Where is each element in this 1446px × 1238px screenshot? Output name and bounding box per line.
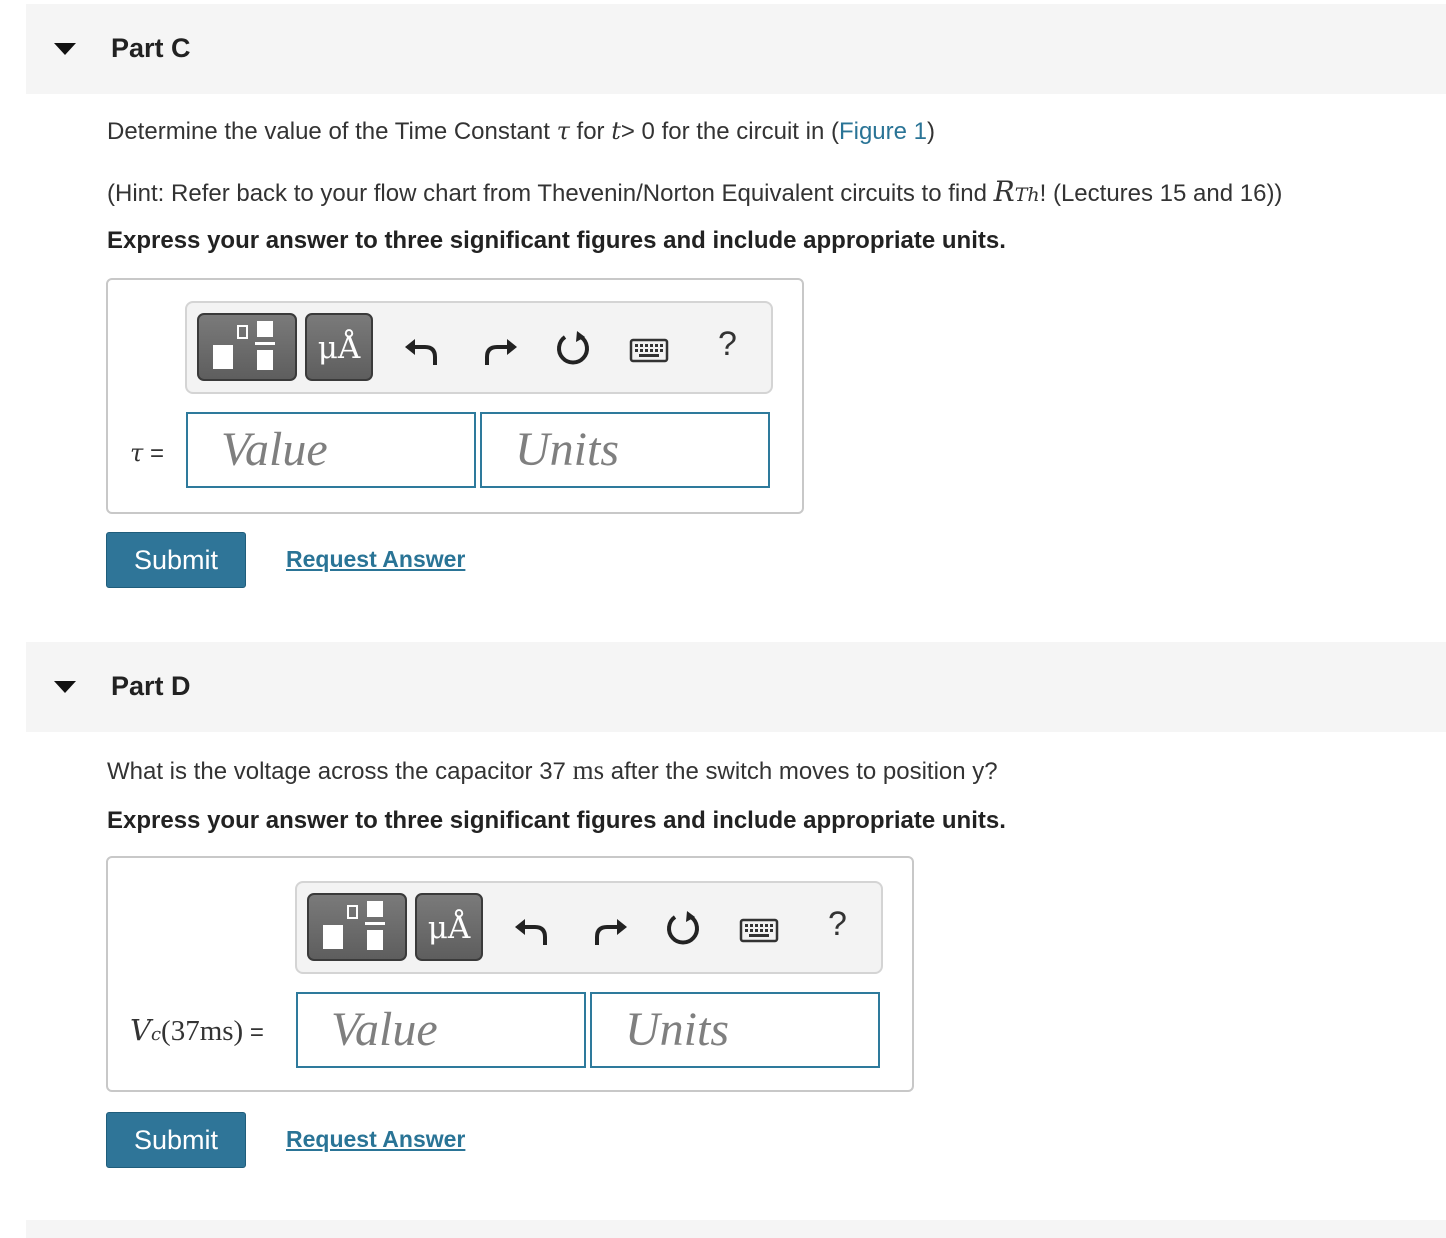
templates-button[interactable] [307,893,407,961]
value-placeholder: Value [221,423,328,476]
caret-down-icon[interactable] [54,43,76,55]
keyboard-icon[interactable] [629,327,669,371]
units-placeholder: Units [515,423,620,476]
redo-icon[interactable] [477,327,521,371]
value-placeholder: Value [331,1003,438,1056]
units-button[interactable]: μÅ [415,893,483,961]
help-icon[interactable]: ? [718,325,737,364]
part-c-header[interactable]: Part C [26,4,1446,94]
request-answer-link[interactable]: Request Answer [286,1126,465,1153]
tau-label: τ = [130,439,164,467]
reset-icon[interactable] [551,327,595,371]
part-c-hint: (Hint: Refer back to your flow chart fro… [107,175,1283,208]
undo-icon[interactable] [511,907,555,951]
part-c-instruction: Express your answer to three significant… [107,227,1006,254]
value-input[interactable]: Value [296,992,586,1068]
units-input[interactable]: Units [480,412,770,488]
figure-link[interactable]: Figure 1 [839,118,927,145]
part-c-title: Part C [111,33,191,63]
reset-icon[interactable] [661,907,705,951]
part-c-answer-box: μÅ ? τ = Value Units [106,278,804,514]
part-d-title: Part D [111,671,191,701]
redo-icon[interactable] [587,907,631,951]
units-placeholder: Units [625,1003,730,1056]
part-d-instruction: Express your answer to three significant… [107,807,1006,834]
submit-button[interactable]: Submit [106,532,246,588]
math-toolbar: μÅ ? [185,301,773,394]
part-d-answer-box: μÅ ? Vc(37ms) = Value Units [106,856,914,1092]
templates-button[interactable] [197,313,297,381]
submit-button[interactable]: Submit [106,1112,246,1168]
next-part-header [26,1220,1446,1238]
value-input[interactable]: Value [186,412,476,488]
help-icon[interactable]: ? [828,905,847,944]
vc-label: Vc(37ms) = [130,1013,264,1047]
units-input[interactable]: Units [590,992,880,1068]
caret-down-icon[interactable] [54,681,76,693]
part-d-header[interactable]: Part D [26,642,1446,732]
part-c-question: Determine the value of the Time Constant… [107,117,936,145]
keyboard-icon[interactable] [739,907,779,951]
undo-icon[interactable] [401,327,445,371]
part-d-question: What is the voltage across the capacitor… [107,755,998,785]
units-button[interactable]: μÅ [305,313,373,381]
math-toolbar: μÅ ? [295,881,883,974]
request-answer-link[interactable]: Request Answer [286,546,465,573]
